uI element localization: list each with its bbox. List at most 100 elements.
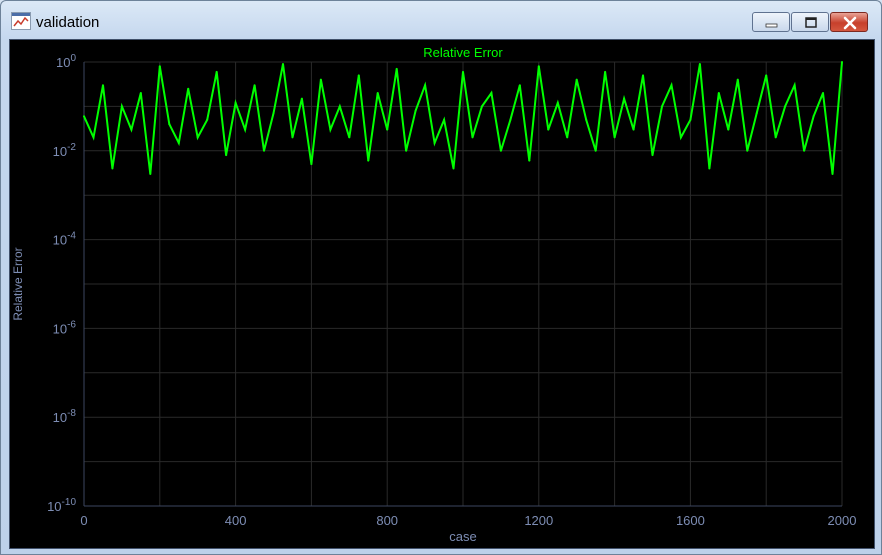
data-point bbox=[765, 74, 768, 77]
data-point bbox=[177, 141, 180, 144]
chart-app-icon-graphic bbox=[12, 13, 30, 27]
data-point bbox=[329, 128, 332, 131]
data-point bbox=[196, 136, 199, 139]
data-point bbox=[822, 92, 825, 95]
data-point bbox=[547, 128, 550, 131]
data-point bbox=[111, 167, 114, 170]
chart-app-icon bbox=[11, 12, 31, 30]
data-point bbox=[206, 118, 209, 121]
plot-area[interactable]: Relative Error 0 400 800 1200 1600 2000 100 10-2… bbox=[9, 39, 875, 549]
data-point bbox=[443, 118, 446, 121]
x-axis-label: case bbox=[449, 529, 476, 544]
data-point bbox=[566, 136, 569, 139]
data-point bbox=[187, 87, 190, 90]
data-point bbox=[490, 92, 493, 95]
x-tick-label: 800 bbox=[376, 513, 398, 528]
x-tick-label: 0 bbox=[80, 513, 87, 528]
data-point bbox=[367, 159, 370, 162]
data-point bbox=[774, 136, 777, 139]
data-point bbox=[651, 154, 654, 157]
data-point bbox=[92, 136, 95, 139]
data-point bbox=[480, 105, 483, 108]
data-point bbox=[679, 136, 682, 139]
data-point bbox=[841, 61, 843, 63]
data-point bbox=[471, 136, 474, 139]
data-point bbox=[556, 101, 559, 104]
data-point bbox=[784, 105, 787, 108]
data-point bbox=[234, 101, 237, 104]
data-point bbox=[717, 92, 720, 95]
data-point bbox=[585, 118, 588, 121]
data-point bbox=[433, 141, 436, 144]
data-point bbox=[101, 84, 104, 87]
data-point bbox=[168, 123, 171, 126]
data-point bbox=[623, 97, 626, 100]
data-point bbox=[632, 128, 635, 131]
data-point bbox=[831, 173, 834, 176]
data-point bbox=[812, 115, 815, 118]
data-point bbox=[158, 65, 161, 68]
app-window: validation Relative Error 0 400 800 1200 1600… bbox=[0, 0, 882, 555]
data-point bbox=[604, 70, 607, 73]
data-point bbox=[803, 149, 806, 152]
data-point bbox=[755, 112, 758, 115]
data-point bbox=[281, 63, 284, 66]
data-point bbox=[310, 163, 313, 166]
data-point bbox=[793, 84, 796, 87]
maximize-button[interactable] bbox=[791, 12, 829, 32]
data-point bbox=[708, 167, 711, 170]
x-tick-label: 400 bbox=[225, 513, 247, 528]
data-point bbox=[594, 149, 597, 152]
data-point bbox=[348, 136, 351, 139]
data-point bbox=[244, 128, 247, 131]
data-point bbox=[670, 84, 673, 87]
data-point bbox=[386, 128, 389, 131]
y-tick-label: 10-2 bbox=[53, 142, 77, 159]
y-tick-label: 10-10 bbox=[47, 497, 76, 514]
x-tick-label: 2000 bbox=[828, 513, 857, 528]
data-point bbox=[518, 84, 521, 87]
window-title: validation bbox=[36, 14, 100, 31]
x-tick-label: 1600 bbox=[676, 513, 705, 528]
data-point bbox=[357, 74, 360, 77]
data-point bbox=[395, 67, 398, 70]
close-icon bbox=[843, 16, 857, 30]
data-point bbox=[225, 154, 228, 157]
data-point bbox=[736, 78, 739, 81]
data-point bbox=[424, 84, 427, 87]
data-point bbox=[83, 115, 85, 118]
x-tick-label: 1200 bbox=[524, 513, 553, 528]
y-axis-label: Relative Error bbox=[11, 247, 25, 320]
y-tick-label: 10-6 bbox=[53, 319, 77, 336]
data-point bbox=[253, 84, 256, 87]
y-tick-label: 10-8 bbox=[53, 408, 77, 425]
data-point bbox=[291, 136, 294, 139]
y-tick-label: 100 bbox=[56, 53, 76, 70]
data-point bbox=[319, 78, 322, 81]
data-point bbox=[130, 128, 133, 131]
data-point bbox=[509, 118, 512, 121]
data-point bbox=[528, 159, 531, 162]
chart-title: Relative Error bbox=[423, 45, 503, 60]
data-point bbox=[414, 109, 417, 112]
data-point bbox=[660, 105, 663, 108]
maximize-icon bbox=[805, 17, 817, 28]
data-point bbox=[452, 167, 455, 170]
data-point bbox=[376, 92, 379, 95]
relative-error-chart: Relative Error 0 400 800 1200 1600 2000 100 10-2… bbox=[11, 45, 857, 544]
data-point bbox=[300, 97, 303, 100]
data-point bbox=[263, 149, 266, 152]
data-point bbox=[405, 149, 408, 152]
data-point bbox=[499, 149, 502, 152]
minimize-button[interactable] bbox=[752, 12, 790, 32]
data-point bbox=[537, 65, 540, 68]
data-point bbox=[575, 78, 578, 81]
title-bar[interactable]: validation bbox=[1, 1, 881, 37]
close-button[interactable] bbox=[830, 12, 868, 32]
data-point bbox=[727, 128, 730, 131]
data-point bbox=[698, 63, 701, 66]
data-point bbox=[149, 173, 152, 176]
data-point bbox=[746, 149, 749, 152]
data-point bbox=[215, 70, 218, 73]
data-point bbox=[613, 136, 616, 139]
